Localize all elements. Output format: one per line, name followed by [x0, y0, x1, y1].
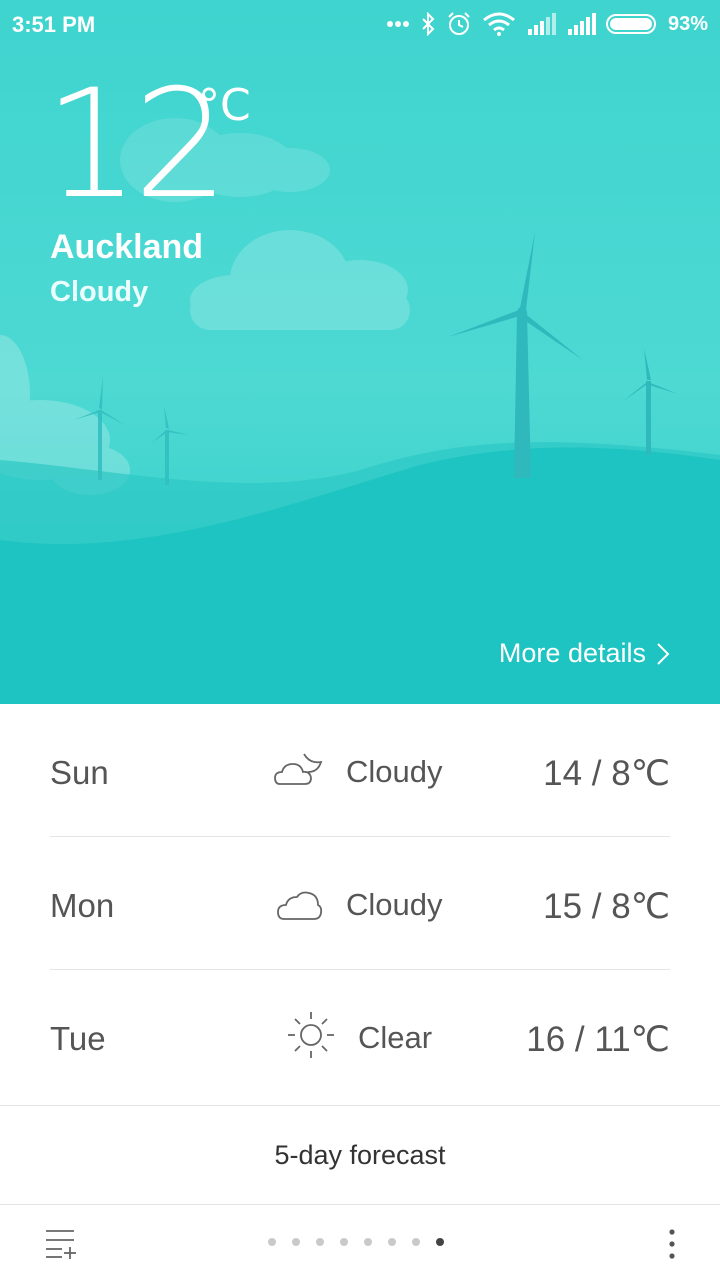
- forecast-list: Sun Cloudy 14 / 8℃ Mon Cloudy 15 / 8℃ Tu…: [0, 704, 720, 1103]
- forecast-day: Sun: [50, 754, 109, 791]
- sun-icon: [288, 1012, 334, 1058]
- bottom-bar: [0, 1205, 720, 1280]
- wifi-icon: [483, 12, 515, 36]
- page-dot[interactable]: [412, 1238, 420, 1246]
- page-dot[interactable]: [316, 1238, 324, 1246]
- city-list-add-icon[interactable]: [44, 1227, 78, 1261]
- signal-icon: [527, 13, 556, 35]
- cloud-moon-icon: [274, 753, 323, 785]
- forecast-range: 15 / 8℃: [543, 887, 670, 926]
- more-dots-icon: [386, 21, 409, 27]
- battery-percent: 93%: [667, 12, 708, 35]
- five-day-forecast-button[interactable]: 5-day forecast: [0, 1106, 720, 1204]
- more-details-label: More details: [498, 638, 646, 668]
- forecast-condition: Cloudy: [346, 887, 443, 922]
- city-name[interactable]: Auckland: [50, 228, 203, 267]
- page-dot[interactable]: [388, 1238, 396, 1246]
- battery-icon: [605, 14, 656, 34]
- current-temperature: 12: [44, 58, 229, 232]
- current-condition: Cloudy: [50, 276, 149, 308]
- page-dot[interactable]: [364, 1238, 372, 1246]
- weather-hero: 3:51 PM 93% 12 °C Auckland Cloudy More d…: [0, 0, 720, 704]
- status-bar: 3:51 PM 93%: [0, 0, 720, 48]
- forecast-condition: Clear: [358, 1020, 433, 1055]
- page-dot[interactable]: [292, 1238, 300, 1246]
- status-icons: 93%: [386, 10, 708, 38]
- temperature-unit: °C: [198, 80, 251, 131]
- forecast-row[interactable]: Tue Clear 16 / 11℃: [50, 970, 670, 1103]
- forecast-row[interactable]: Sun Cloudy 14 / 8℃: [50, 704, 670, 837]
- forecast-range: 16 / 11℃: [526, 1020, 670, 1059]
- forecast-condition: Cloudy: [346, 754, 443, 789]
- page-dot[interactable]: [436, 1238, 444, 1246]
- signal-icon: [567, 13, 596, 35]
- more-details-link[interactable]: More details: [499, 638, 670, 669]
- forecast-range: 14 / 8℃: [543, 754, 670, 793]
- page-dot[interactable]: [340, 1238, 348, 1246]
- overflow-menu-icon[interactable]: [664, 1227, 680, 1261]
- cloud-icon: [277, 891, 323, 920]
- forecast-row[interactable]: Mon Cloudy 15 / 8℃: [50, 837, 670, 970]
- forecast-day: Mon: [50, 887, 115, 924]
- page-indicator: [268, 1238, 444, 1246]
- forecast-day: Tue: [50, 1020, 106, 1057]
- bluetooth-icon: [422, 12, 435, 36]
- chevron-right-icon: [657, 642, 670, 665]
- page-dot[interactable]: [268, 1238, 276, 1246]
- status-time: 3:51 PM: [12, 12, 96, 37]
- alarm-icon: [448, 12, 470, 35]
